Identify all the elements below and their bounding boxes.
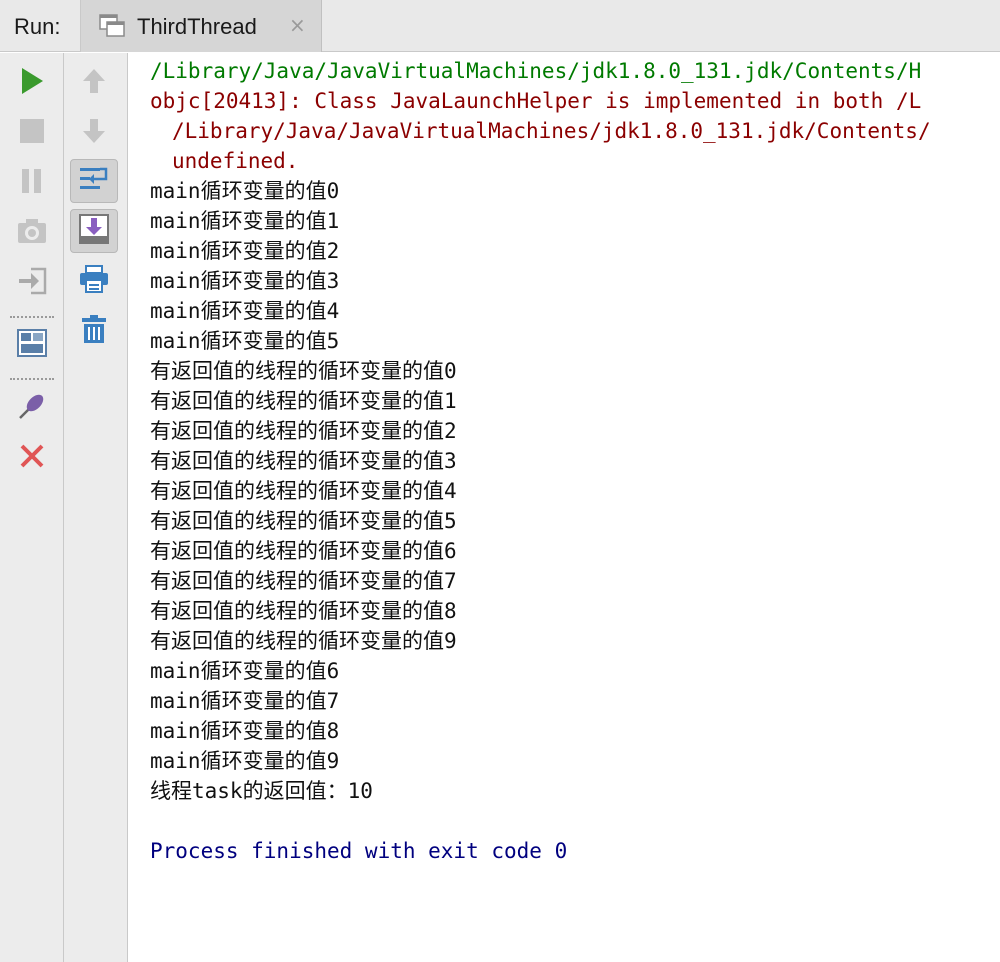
down-arrow-icon (82, 117, 106, 150)
console-line: 有返回值的线程的循环变量的值5 (150, 509, 457, 533)
scroll-to-end-icon (79, 213, 109, 249)
clear-all-button[interactable] (70, 309, 118, 353)
console-line: main循环变量的值1 (150, 209, 340, 233)
trash-icon (80, 314, 108, 349)
pin-icon (17, 391, 47, 426)
console-line: 有返回值的线程的循环变量的值7 (150, 569, 457, 593)
console-line: main循环变量的值7 (150, 689, 340, 713)
console-line: 有返回值的线程的循环变量的值1 (150, 389, 457, 413)
console-line: main循环变量的值4 (150, 299, 340, 323)
pin-tab-button[interactable] (8, 386, 56, 430)
console-line: objc[20413]: Class JavaLaunchHelper is i… (150, 89, 922, 113)
console-line: 有返回值的线程的循环变量的值6 (150, 539, 457, 563)
toolbar-separator (10, 378, 54, 380)
toolbar-separator (10, 316, 54, 318)
console-line: 有返回值的线程的循环变量的值8 (150, 599, 457, 623)
soft-wrap-button[interactable] (70, 159, 118, 203)
next-occurrence-button[interactable] (70, 111, 118, 155)
close-tab-icon[interactable]: × (289, 15, 306, 35)
console-line: 有返回值的线程的循环变量的值2 (150, 419, 457, 443)
console-line: main循环变量的值2 (150, 239, 340, 263)
console-line: 有返回值的线程的循环变量的值3 (150, 449, 457, 473)
pause-icon (20, 168, 44, 199)
print-button[interactable] (70, 259, 118, 303)
close-icon (19, 443, 45, 474)
layout-icon (17, 328, 47, 362)
tab-title: ThirdThread (137, 14, 257, 39)
run-config-icon (99, 14, 125, 38)
console-line: 有返回值的线程的循环变量的值0 (150, 359, 457, 383)
console-line: main循环变量的值0 (150, 179, 340, 203)
layout-button[interactable] (8, 323, 56, 367)
console-line: main循环变量的值5 (150, 329, 340, 353)
console-line: 线程task的返回值：10 (150, 779, 373, 803)
console-line: main循环变量的值8 (150, 719, 340, 743)
rerun-button[interactable] (8, 61, 56, 105)
console-toolbar-right (64, 53, 128, 962)
stop-icon (19, 118, 45, 149)
console-line: main循环变量的值9 (150, 749, 340, 773)
console-line: 有返回值的线程的循环变量的值4 (150, 479, 457, 503)
stop-button[interactable] (8, 111, 56, 155)
rerun-icon (19, 66, 45, 101)
tab-third-thread[interactable]: ThirdThread × (81, 0, 322, 52)
console-line: main循环变量的值6 (150, 659, 340, 683)
console-output[interactable]: /Library/Java/JavaVirtualMachines/jdk1.8… (128, 53, 1000, 962)
run-tool-window-header: Run: ThirdThread × (0, 0, 1000, 52)
camera-icon (17, 218, 47, 249)
print-icon (79, 264, 109, 298)
close-button[interactable] (8, 436, 56, 480)
run-toolbar-left (0, 53, 64, 962)
previous-occurrence-button[interactable] (70, 61, 118, 105)
login-icon (17, 267, 47, 300)
console-line: /Library/Java/JavaVirtualMachines/jdk1.8… (172, 119, 931, 143)
console-line: 有返回值的线程的循环变量的值9 (150, 629, 457, 653)
scroll-to-end-button[interactable] (70, 209, 118, 253)
up-arrow-icon (82, 67, 106, 100)
soft-wrap-icon (78, 165, 110, 198)
console-line: main循环变量的值3 (150, 269, 340, 293)
run-label: Run: (14, 14, 61, 39)
console-line: undefined. (172, 149, 299, 173)
dump-threads-button[interactable] (8, 211, 56, 255)
restore-layout-button[interactable] (8, 261, 56, 305)
pause-button[interactable] (8, 161, 56, 205)
console-line: /Library/Java/JavaVirtualMachines/jdk1.8… (150, 59, 922, 83)
console-line: Process finished with exit code 0 (150, 839, 568, 863)
